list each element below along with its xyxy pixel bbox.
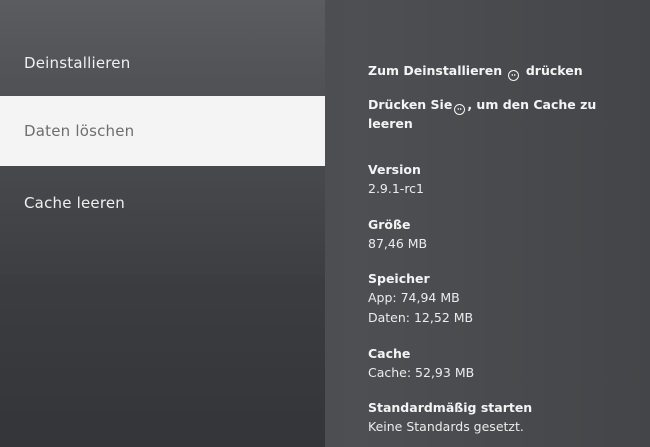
default-launch-label: Standardmäßig starten	[368, 400, 533, 415]
cache-info: Cache Cache: 52,93 MB	[368, 345, 638, 383]
hint-text: Drücken Sie	[368, 97, 453, 112]
menu-item-clear-cache[interactable]: Cache leeren	[0, 168, 325, 238]
default-launch-info: Standardmäßig starten Keine Standards ge…	[368, 399, 638, 437]
cache-label: Cache	[368, 346, 411, 361]
app-settings-screen: Deinstallieren Daten löschen Cache leere…	[0, 0, 650, 447]
storage-app-value: App: 74,94 MB	[368, 290, 460, 305]
clear-cache-hint: Drücken Sie, um den Cache zu leeren	[368, 96, 630, 132]
size-label: Größe	[368, 217, 411, 232]
menu-item-label: Deinstallieren	[24, 54, 131, 72]
storage-info: Speicher App: 74,94 MB Daten: 12,52 MB	[368, 270, 638, 328]
version-label: Version	[368, 162, 421, 177]
menu-item-label: Cache leeren	[24, 194, 126, 212]
menu-item-clear-data[interactable]: Daten löschen	[0, 96, 325, 166]
cache-value: Cache: 52,93 MB	[368, 365, 475, 380]
hint-text: drücken	[525, 63, 583, 78]
storage-data-value: Daten: 12,52 MB	[368, 310, 474, 325]
default-launch-value: Keine Standards gesetzt.	[368, 419, 524, 434]
storage-label: Speicher	[368, 271, 430, 286]
hint-text: Zum Deinstallieren	[368, 63, 503, 78]
size-value: 87,46 MB	[368, 236, 428, 251]
menu-panel-footer	[0, 275, 325, 447]
version-info: Version 2.9.1-rc1	[368, 161, 638, 199]
menu-panel: Deinstallieren Daten löschen Cache leere…	[0, 0, 325, 447]
menu-item-label: Daten löschen	[24, 122, 135, 140]
options-button-icon	[508, 69, 520, 81]
menu-item-uninstall[interactable]: Deinstallieren	[0, 28, 325, 98]
uninstall-hint: Zum Deinstallieren drücken	[368, 62, 630, 81]
size-info: Größe 87,46 MB	[368, 216, 638, 254]
version-value: 2.9.1-rc1	[368, 181, 425, 196]
options-button-icon	[454, 103, 466, 115]
